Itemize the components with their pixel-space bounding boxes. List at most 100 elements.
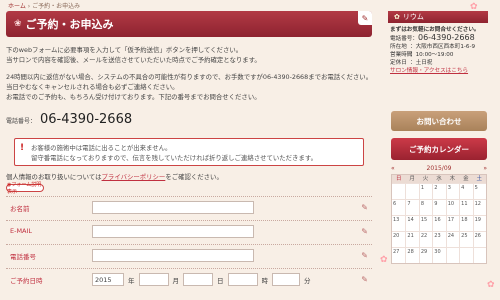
calendar-day[interactable]: 1 — [418, 184, 432, 199]
calendar-next-button[interactable]: » — [483, 165, 487, 172]
calendar-day[interactable]: 17 — [445, 216, 459, 231]
calendar-prev-button[interactable]: « — [391, 165, 395, 172]
minute-input[interactable] — [272, 273, 300, 286]
calendar-day[interactable]: 15 — [418, 216, 432, 231]
calendar-day[interactable]: 3 — [445, 184, 459, 199]
reservation-calendar-button[interactable]: ご予約カレンダー — [391, 138, 487, 160]
address-key: 所在地 — [390, 44, 407, 50]
month-unit: 月 — [172, 276, 180, 285]
calendar-day[interactable]: 4 — [459, 184, 472, 199]
calendar-day[interactable]: 24 — [445, 232, 459, 247]
address-value: ：大阪市西区西本町1-6-9 — [410, 44, 476, 50]
form-row-email: E-MAIL ✎ — [6, 220, 372, 244]
weekday: 日 — [395, 176, 402, 182]
page-title: ご予約・お申込み — [25, 18, 114, 31]
calendar-day[interactable]: 25 — [459, 232, 472, 247]
sidebar-phone[interactable]: 06-4390-2668 — [418, 33, 475, 42]
phone-label: 電話番号： — [6, 118, 37, 125]
calendar-month: 2015/09 — [426, 165, 452, 172]
calendar-day[interactable]: 7 — [405, 200, 418, 215]
day-unit: 日 — [217, 276, 224, 285]
phone-number[interactable]: 06-4390-2668 — [40, 112, 132, 127]
month-input[interactable] — [138, 273, 169, 286]
intro-line: 当サロンで内容を確認後、メールを送信させていただいた時点でご予約確定となります。 — [6, 56, 261, 64]
calendar-day[interactable]: 6 — [392, 200, 405, 215]
holiday-value: ：土日祝 — [410, 60, 433, 66]
breadcrumb-home-link[interactable]: ホーム — [8, 3, 26, 10]
calendar-day[interactable]: 21 — [405, 232, 418, 247]
warning-icon: ! — [20, 143, 25, 153]
intro-text: 下のwebフォームに必要事項を入力して「仮予約送信」ボタンを押してください。 当… — [6, 45, 372, 102]
calendar-day — [392, 184, 405, 199]
sidebar-info: ✿ リウム まずはお気軽にお問合せください。 電話番号：06-4390-2668… — [388, 11, 488, 78]
calendar-day — [459, 248, 472, 263]
calendar-day[interactable]: 23 — [432, 232, 445, 247]
weekday: 火 — [422, 176, 429, 182]
email-input[interactable] — [92, 225, 254, 238]
calendar-day[interactable]: 18 — [459, 216, 472, 231]
calendar-day[interactable]: 28 — [405, 248, 418, 263]
calendar-day[interactable]: 2 — [432, 184, 445, 199]
datetime-fields: 2015 年 月 日 時 分 — [92, 273, 315, 286]
calendar-day[interactable]: 11 — [459, 200, 472, 215]
calendar-day[interactable]: 20 — [392, 232, 405, 247]
reservation-calendar: 日 月 火 水 木 金 土 1 2 3 4 5 6 7 8 9 10 11 12… — [391, 174, 487, 264]
calendar-day[interactable]: 26 — [472, 232, 486, 247]
page: ホーム › ご予約・お申込み ❀ ご予約・お申込み ✎ 下のwebフォームに必要… — [0, 0, 500, 300]
privacy-prefix: 個人情報のお取り扱いについては — [6, 173, 102, 181]
hours-key: 営業時間 — [390, 52, 413, 58]
year-unit: 年 — [128, 276, 135, 285]
calendar-week: 1 2 3 4 5 — [392, 183, 486, 199]
calendar-day[interactable]: 14 — [405, 216, 418, 231]
hour-input[interactable] — [227, 273, 258, 286]
calendar-day[interactable]: 19 — [472, 216, 486, 231]
intro-line: 当日やむなくキャンセルされる場合も必ずご連絡ください。 — [6, 83, 179, 91]
calendar-day[interactable]: 8 — [418, 200, 432, 215]
form-help-toggle-button[interactable]: ◉フォーム説明表示 — [6, 182, 44, 195]
sidebar-title: リウム — [402, 13, 424, 21]
intro-gap — [6, 65, 372, 72]
privacy-policy-link[interactable]: プライバシーポリシー — [102, 173, 166, 181]
phone-field-label: 電話番号 — [10, 253, 36, 261]
form-row-datetime: ご予約日時 2015 年 月 日 時 分 ✎ — [6, 268, 372, 292]
weekday: 木 — [449, 176, 456, 182]
calendar-day[interactable]: 10 — [445, 200, 459, 215]
name-input[interactable] — [92, 201, 254, 214]
calendar-day[interactable]: 27 — [392, 248, 405, 263]
sidebar-holiday-row: 定休日 ：土日祝 — [390, 59, 486, 67]
page-title-bar: ❀ ご予約・お申込み ✎ — [6, 11, 372, 37]
year-input[interactable]: 2015 — [92, 273, 124, 286]
contact-button[interactable]: お問い合わせ — [391, 111, 487, 131]
calendar-day[interactable]: 9 — [432, 200, 445, 215]
day-input[interactable] — [183, 273, 213, 286]
access-link[interactable]: サロン情報・アクセスはこちら — [390, 67, 486, 75]
calendar-weekday-header: 日 月 火 水 木 金 土 — [392, 175, 486, 183]
notice-box: ! お客様の施術中は電話に出ることが出来ません。 留守番電話になっておりますので… — [14, 138, 364, 166]
email-label: E-MAIL — [10, 227, 33, 235]
sidebar-phone-row: 電話番号：06-4390-2668 — [390, 34, 486, 43]
calendar-day[interactable]: 16 — [432, 216, 445, 231]
breadcrumb-current: ご予約・お申込み — [32, 3, 81, 10]
calendar-day[interactable]: 13 — [392, 216, 405, 231]
form-row-phone: 電話番号 ✎ — [6, 244, 372, 268]
flower-icon: ✿ — [470, 2, 478, 12]
calendar-day[interactable]: 29 — [418, 248, 432, 263]
flower-icon: ✿ — [380, 255, 388, 265]
sidebar-phone-label: 電話番号： — [390, 36, 418, 42]
notice-line: お客様の施術中は電話に出ることが出来ません。 — [31, 144, 172, 152]
name-label: お名前 — [10, 205, 30, 213]
hours-value: ：10:00～19:00 — [410, 52, 454, 58]
phone-input[interactable] — [92, 249, 254, 262]
intro-line: 24時間以内に返信がない場合、システムの不具合の可能性が有りますので、お手数です… — [6, 73, 373, 81]
calendar-day[interactable]: 30 — [432, 248, 445, 263]
calendar-nav: « 2015/09 » — [391, 164, 487, 173]
calendar-day[interactable]: 5 — [472, 184, 486, 199]
calendar-day[interactable]: 22 — [418, 232, 432, 247]
sidebar-contact-info: まずはお気軽にお問合せください。 電話番号：06-4390-2668 所在地 ：大… — [388, 23, 488, 78]
pencil-icon[interactable]: ✎ — [358, 11, 372, 25]
calendar-day[interactable]: 12 — [472, 200, 486, 215]
flower-icon: ❀ — [14, 19, 22, 29]
calendar-week: 13 14 15 16 17 18 19 — [392, 215, 486, 231]
intro-line: 下のwebフォームに必要事項を入力して「仮予約送信」ボタンを押してください。 — [6, 46, 243, 54]
datetime-label: ご予約日時 — [10, 277, 43, 285]
